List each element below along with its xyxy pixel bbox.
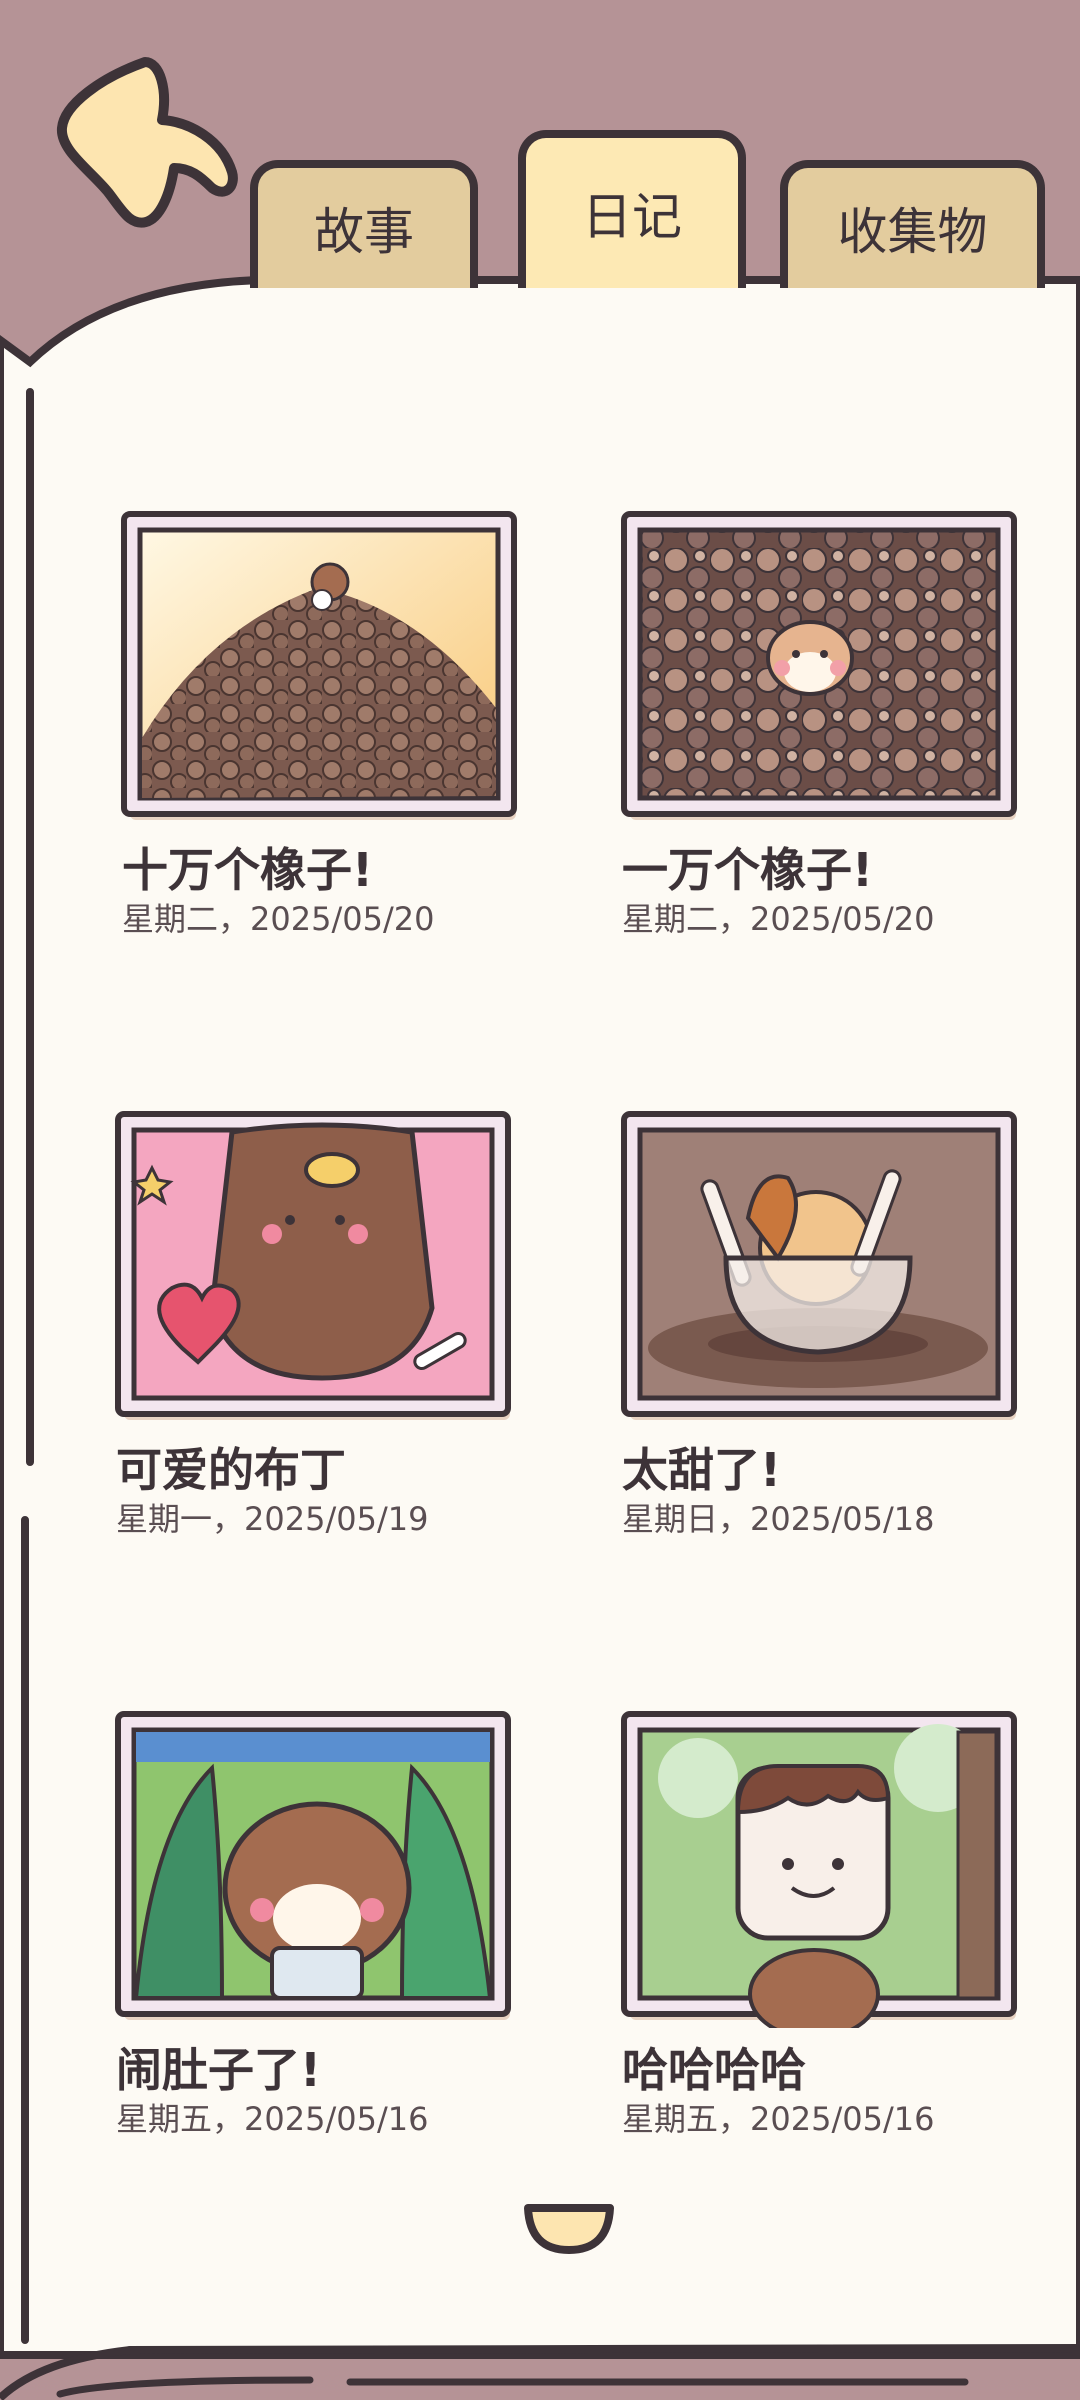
acorn-mountain-photo bbox=[121, 511, 517, 820]
back-arrow-icon[interactable] bbox=[50, 50, 250, 240]
tab-label: 故事 bbox=[314, 203, 414, 261]
ice-cream-cup-photo bbox=[621, 1111, 1017, 1420]
scroll-down-icon[interactable] bbox=[522, 2200, 616, 2256]
entry-title: 十万个橡子! bbox=[122, 843, 373, 897]
entry-title: 一万个橡子! bbox=[622, 843, 873, 897]
squirrel-toilet-paper-photo bbox=[115, 1711, 511, 2020]
entry-date: 星期二，2025/05/20 bbox=[122, 900, 435, 938]
entry-date: 星期二，2025/05/20 bbox=[622, 900, 935, 938]
entry-date: 星期日，2025/05/18 bbox=[622, 1500, 935, 1538]
entry-title: 可爱的布丁 bbox=[116, 1443, 346, 1497]
tab-label: 收集物 bbox=[837, 203, 988, 261]
acorn-pile-squirrel-photo bbox=[621, 511, 1017, 820]
tab-story[interactable]: 故事 bbox=[250, 160, 478, 288]
tab-diary[interactable]: 日记 bbox=[518, 130, 746, 288]
entry-date: 星期五，2025/05/16 bbox=[622, 2100, 935, 2138]
tab-label: 日记 bbox=[582, 188, 682, 246]
puppy-pudding-photo bbox=[115, 1111, 511, 1420]
popsicle-photo bbox=[621, 1711, 1017, 2028]
entry-date: 星期一，2025/05/19 bbox=[116, 1500, 429, 1538]
entry-title: 哈哈哈哈 bbox=[622, 2043, 806, 2097]
tab-collection[interactable]: 收集物 bbox=[780, 160, 1045, 288]
entry-title: 闹肚子了! bbox=[116, 2043, 321, 2097]
entry-title: 太甜了! bbox=[622, 1443, 781, 1497]
entry-date: 星期五，2025/05/16 bbox=[116, 2100, 429, 2138]
